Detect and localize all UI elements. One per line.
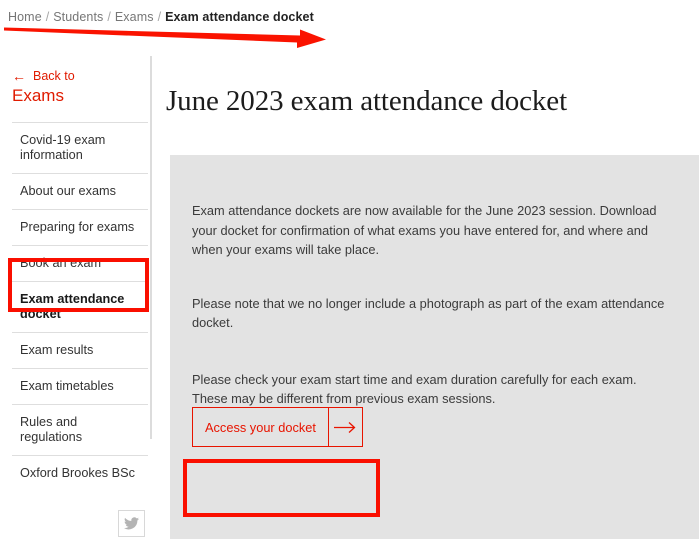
breadcrumb-separator: / xyxy=(107,10,110,24)
panel-paragraph-3: Please check your exam start time and ex… xyxy=(192,370,670,409)
sidebar-item-exam-timetables[interactable]: Exam timetables xyxy=(12,368,148,404)
back-to-exams-link[interactable]: ← Back to Exams xyxy=(12,68,144,106)
cta-label: Access your docket xyxy=(193,408,328,446)
cta-wrapper: Access your docket xyxy=(192,407,363,447)
sidebar-nav-list: Covid-19 exam information About our exam… xyxy=(0,122,152,491)
sidebar-item-exam-attendance-docket[interactable]: Exam attendance docket xyxy=(12,281,148,332)
content-panel: Exam attendance dockets are now availabl… xyxy=(170,155,699,539)
arrow-right-icon xyxy=(329,408,362,446)
page-title: June 2023 exam attendance docket xyxy=(166,85,567,118)
sidebar-item-preparing-for-exams[interactable]: Preparing for exams xyxy=(12,209,148,245)
panel-text-block: Exam attendance dockets are now availabl… xyxy=(192,201,674,409)
sidebar-item-about-our-exams[interactable]: About our exams xyxy=(12,173,148,209)
access-your-docket-button[interactable]: Access your docket xyxy=(192,407,363,447)
sidebar: ← Back to Exams Covid-19 exam informatio… xyxy=(0,56,152,539)
sidebar-item-rules-and-regulations[interactable]: Rules and regulations xyxy=(12,404,148,455)
page-root: Home / Students / Exams / Exam attendanc… xyxy=(0,0,699,539)
breadcrumb-separator: / xyxy=(158,10,161,24)
breadcrumb-item-students[interactable]: Students xyxy=(53,10,103,24)
breadcrumb-separator: / xyxy=(46,10,49,24)
back-link-prefix: Back to xyxy=(33,69,75,83)
breadcrumb-item-home[interactable]: Home xyxy=(8,10,42,24)
sidebar-item-book-an-exam[interactable]: Book an exam xyxy=(12,245,148,281)
breadcrumb: Home / Students / Exams / Exam attendanc… xyxy=(8,8,314,26)
arrow-left-icon: ← xyxy=(12,71,26,82)
sidebar-item-exam-results[interactable]: Exam results xyxy=(12,332,148,368)
panel-paragraph-1: Exam attendance dockets are now availabl… xyxy=(192,201,670,260)
sidebar-item-oxford-brookes-bsc[interactable]: Oxford Brookes BSc xyxy=(12,455,148,491)
panel-paragraph-2: Please note that we no longer include a … xyxy=(192,294,670,333)
twitter-bird-icon xyxy=(124,517,139,530)
twitter-link[interactable] xyxy=(118,510,145,537)
main-content: June 2023 exam attendance docket Exam at… xyxy=(160,56,699,539)
breadcrumb-item-current: Exam attendance docket xyxy=(165,10,314,24)
breadcrumb-item-exams[interactable]: Exams xyxy=(115,10,154,24)
sidebar-item-covid-19-exam-information[interactable]: Covid-19 exam information xyxy=(12,122,148,173)
back-link-target: Exams xyxy=(12,85,144,106)
